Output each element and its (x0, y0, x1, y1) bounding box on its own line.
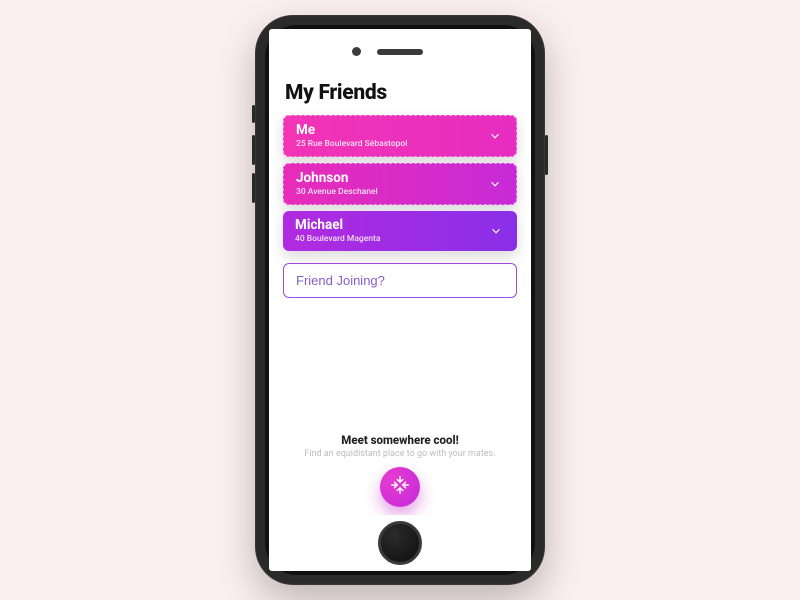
chevron-down-icon (488, 177, 502, 191)
power-button (545, 135, 548, 175)
chevron-down-icon (488, 129, 502, 143)
add-friend-input[interactable] (283, 263, 517, 298)
footer-headline: Meet somewhere cool! (283, 433, 517, 447)
friend-card-me[interactable]: Me 25 Rue Boulevard Sébastopol (283, 115, 517, 157)
friend-name: Me (296, 123, 480, 138)
converge-icon (389, 474, 411, 500)
friend-name: Johnson (296, 171, 480, 186)
find-midpoint-button[interactable] (380, 467, 420, 507)
app-content: My Friends Me 25 Rue Boulevard Sébastopo… (269, 79, 531, 515)
friend-card-michael[interactable]: Michael 40 Boulevard Magenta (283, 211, 517, 251)
footer: Meet somewhere cool! Find an equidistant… (283, 433, 517, 515)
page-title: My Friends (285, 81, 517, 105)
friends-list: Me 25 Rue Boulevard Sébastopol Johnson 3… (283, 115, 517, 298)
friend-card-johnson[interactable]: Johnson 30 Avenue Deschanel (283, 163, 517, 205)
footer-subtitle: Find an equidistant place to go with you… (283, 449, 517, 459)
chevron-down-icon (489, 224, 503, 238)
screen: My Friends Me 25 Rue Boulevard Sébastopo… (269, 29, 531, 571)
phone-frame: My Friends Me 25 Rue Boulevard Sébastopo… (255, 15, 545, 585)
friend-address: 40 Boulevard Magenta (295, 234, 481, 244)
phone-camera (352, 47, 361, 56)
volume-down (252, 173, 255, 203)
phone-speaker (377, 49, 423, 55)
friend-address: 25 Rue Boulevard Sébastopol (296, 139, 480, 149)
volume-up (252, 135, 255, 165)
friend-address: 30 Avenue Deschanel (296, 187, 480, 197)
home-button[interactable] (378, 521, 422, 565)
friend-name: Michael (295, 218, 481, 233)
mute-switch (252, 105, 255, 123)
